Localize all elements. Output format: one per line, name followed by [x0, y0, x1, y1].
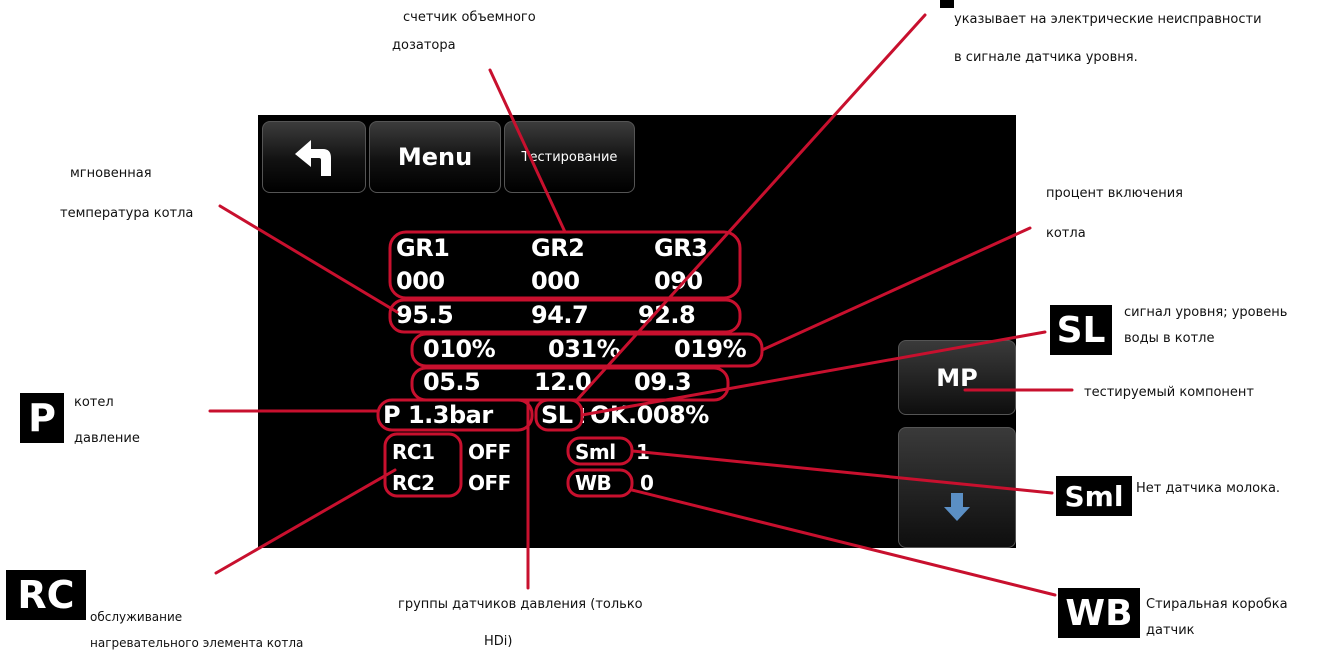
leader-sl	[580, 330, 1047, 417]
highlight-sml	[566, 436, 634, 466]
leader-percent	[760, 226, 1032, 352]
highlight-temperatures	[388, 298, 742, 334]
highlight-percents	[410, 332, 764, 368]
leader-wb	[630, 488, 1057, 597]
leader-counter	[488, 68, 567, 234]
highlight-pressure-groups	[410, 366, 730, 402]
leader-fault	[575, 13, 927, 402]
highlight-rc	[383, 432, 463, 498]
callout-overlay	[208, 13, 1074, 597]
highlight-counters	[388, 230, 742, 300]
leader-temperature	[218, 204, 399, 314]
highlight-sl	[534, 398, 584, 432]
highlight-wb	[566, 468, 634, 498]
leader-sml	[630, 449, 1054, 495]
leader-rc	[214, 468, 397, 575]
highlight-pressure	[376, 398, 534, 432]
